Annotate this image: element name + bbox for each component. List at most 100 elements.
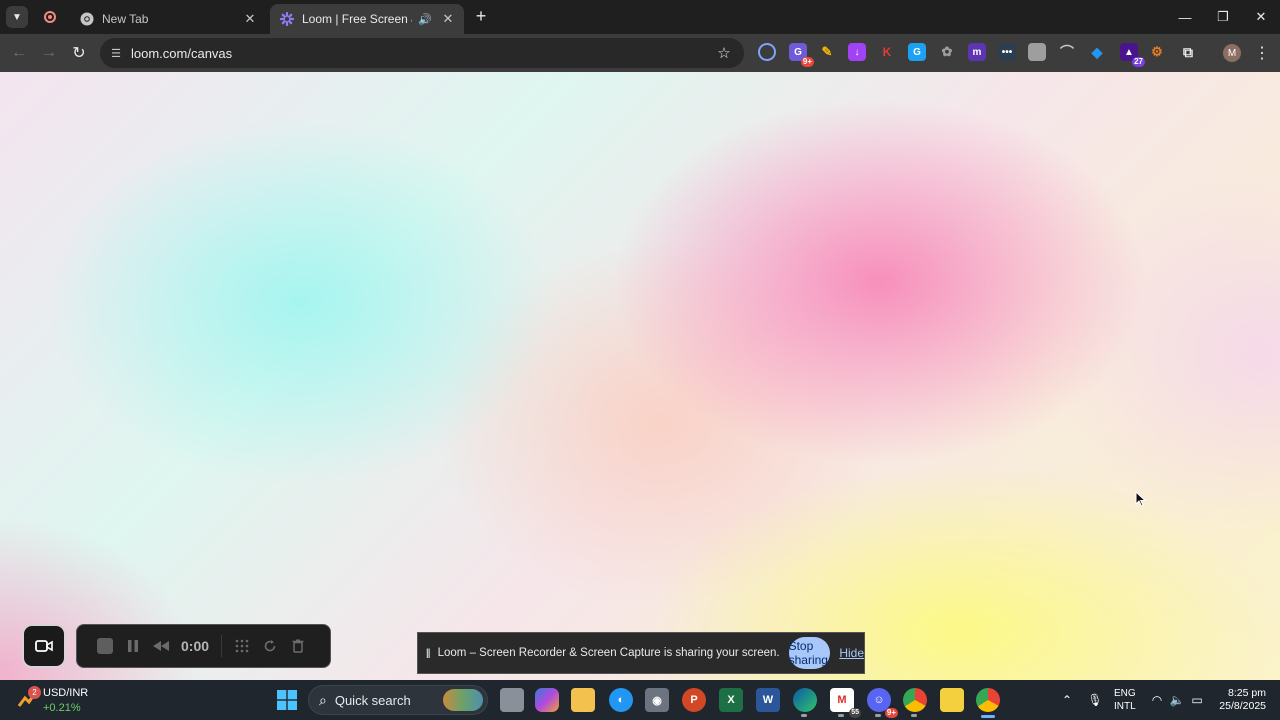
- widget-change: +0.21%: [43, 702, 81, 714]
- stop-icon: [97, 638, 113, 654]
- forward-button[interactable]: →: [38, 42, 60, 64]
- windows-logo-icon: [277, 690, 297, 710]
- star-icon[interactable]: ☆: [714, 44, 734, 62]
- tab-new-tab[interactable]: New Tab ✕: [70, 4, 266, 34]
- address-bar[interactable]: ☰ loom.com/canvas ☆: [100, 38, 744, 68]
- chrome-icon: [80, 12, 94, 26]
- extension-11-icon[interactable]: ⌒: [1058, 43, 1076, 61]
- new-tab-button[interactable]: +: [470, 5, 492, 27]
- back-button[interactable]: ←: [8, 42, 30, 64]
- divider: [221, 635, 222, 657]
- clock-date: 25/8/2025: [1219, 700, 1266, 712]
- running-indicator: [875, 714, 881, 717]
- extension-2-icon[interactable]: G 9+: [789, 43, 814, 67]
- chrome-profile-icon[interactable]: [976, 688, 1000, 712]
- discord-badge: 9+: [884, 708, 898, 718]
- tab-search-button[interactable]: ▼: [6, 6, 28, 28]
- browser-app-icon[interactable]: ◐: [609, 688, 633, 712]
- edge-icon[interactable]: [793, 688, 817, 712]
- restore-button[interactable]: ❐: [1204, 0, 1242, 34]
- system-clock[interactable]: 8:25 pm 25/8/2025: [1214, 687, 1266, 713]
- extension-14-icon[interactable]: ⚙: [1148, 43, 1166, 61]
- extension-4-icon[interactable]: ↓: [848, 43, 866, 61]
- windows-taskbar: 2 USD/INR +0.21% ⌕ Quick search ◐ ◉ P X …: [0, 680, 1280, 720]
- extension-12-icon[interactable]: ◆: [1088, 43, 1106, 61]
- mail-icon[interactable]: M 55: [830, 688, 861, 718]
- active-app-indicator: [981, 715, 995, 718]
- minimize-icon: —: [1178, 9, 1192, 25]
- video-camera-icon: [35, 640, 53, 652]
- profile-avatar[interactable]: M: [1223, 44, 1241, 62]
- extension-7-icon[interactable]: ✿: [938, 43, 956, 61]
- arrow-left-icon: ←: [11, 44, 27, 61]
- input-language[interactable]: ENG INTL: [1114, 687, 1136, 713]
- camera-toggle-button[interactable]: [22, 624, 66, 668]
- widgets-button[interactable]: 2 USD/INR +0.21%: [16, 684, 96, 716]
- url-text: loom.com/canvas: [131, 45, 233, 61]
- delete-recording-button[interactable]: [284, 632, 312, 660]
- chevron-up-icon: ⌃: [1061, 693, 1073, 707]
- close-icon[interactable]: ✕: [438, 9, 458, 29]
- search-icon: ⌕: [319, 691, 327, 708]
- reload-icon: ↻: [72, 45, 86, 62]
- restart-icon: [264, 640, 276, 652]
- trash-icon: [292, 639, 304, 653]
- stop-recording-button[interactable]: [91, 632, 119, 660]
- discord-icon[interactable]: ☺ 9+: [867, 688, 898, 718]
- chrome-icon[interactable]: [903, 688, 927, 712]
- close-icon[interactable]: ✕: [240, 9, 260, 29]
- tab-title: Loom | Free Screen & Video Recording Sof…: [302, 12, 412, 26]
- stop-sharing-button[interactable]: Stop sharing: [788, 637, 831, 669]
- widget-title: USD/INR: [43, 687, 89, 699]
- extension-3-icon[interactable]: ✎: [818, 43, 836, 61]
- extension-badge: 9+: [800, 57, 814, 67]
- speaker-icon[interactable]: 🔊: [418, 13, 432, 26]
- running-indicator: [838, 714, 844, 717]
- extension-9-icon[interactable]: •••: [998, 43, 1016, 61]
- battery-icon[interactable]: ▭: [1188, 680, 1206, 720]
- powerpoint-icon[interactable]: P: [682, 688, 706, 712]
- rewind-button[interactable]: [147, 632, 175, 660]
- browser-toolbar: ← → ↻ ☰ loom.com/canvas ☆ G 9+ ✎ ↓ K G ✿ …: [0, 34, 1280, 72]
- restart-button[interactable]: [256, 632, 284, 660]
- minimize-button[interactable]: —: [1166, 0, 1204, 34]
- extension-13-icon[interactable]: ▲ 27: [1120, 43, 1145, 67]
- show-hidden-icons-button[interactable]: ⌃: [1058, 680, 1076, 720]
- arrow-right-icon: →: [41, 44, 57, 61]
- restore-icon: ❐: [1217, 9, 1229, 24]
- extension-5-icon[interactable]: K: [878, 43, 896, 61]
- excel-icon[interactable]: X: [719, 688, 743, 712]
- extension-10-icon[interactable]: [1028, 43, 1046, 61]
- reload-button[interactable]: ↻: [68, 42, 90, 64]
- word-icon[interactable]: W: [756, 688, 780, 712]
- running-indicator: [801, 714, 807, 717]
- copilot-icon[interactable]: [535, 688, 559, 712]
- extension-8-icon[interactable]: m: [968, 43, 986, 61]
- microphone-icon[interactable]: 🎙: [1086, 680, 1104, 720]
- wifi-icon[interactable]: ◠: [1148, 680, 1166, 720]
- extensions-puzzle-icon[interactable]: ⧉: [1179, 43, 1197, 61]
- plus-icon: +: [475, 5, 487, 26]
- menu-kebab-icon[interactable]: ⋮: [1253, 44, 1271, 62]
- volume-icon[interactable]: 🔈: [1168, 680, 1186, 720]
- tab-title: New Tab: [102, 12, 149, 26]
- extension-6-icon[interactable]: G: [908, 43, 926, 61]
- screen-sharing-banner: || Loom – Screen Recorder & Screen Captu…: [417, 632, 865, 674]
- drawing-tools-button[interactable]: [228, 632, 256, 660]
- record-icon: [44, 11, 56, 23]
- extension-1-icon[interactable]: [758, 43, 776, 61]
- recording-tab-indicator[interactable]: [38, 5, 62, 29]
- close-window-button[interactable]: ✕: [1242, 0, 1280, 34]
- pause-icon: [128, 640, 138, 652]
- hide-link[interactable]: Hide: [839, 646, 864, 660]
- file-explorer-icon[interactable]: [571, 688, 595, 712]
- pause-button[interactable]: [119, 632, 147, 660]
- loom-canvas-page: 0:00 || Loom – Screen Recorder & Screen …: [0, 72, 1280, 680]
- start-button[interactable]: [275, 688, 299, 712]
- site-info-icon[interactable]: ☰: [108, 47, 124, 60]
- taskbar-search[interactable]: ⌕ Quick search: [308, 685, 488, 715]
- tab-loom[interactable]: Loom | Free Screen & Video Recording Sof…: [270, 4, 464, 34]
- sticky-notes-icon[interactable]: [940, 688, 964, 712]
- camera-icon[interactable]: ◉: [645, 688, 669, 712]
- task-view-icon[interactable]: [500, 688, 524, 712]
